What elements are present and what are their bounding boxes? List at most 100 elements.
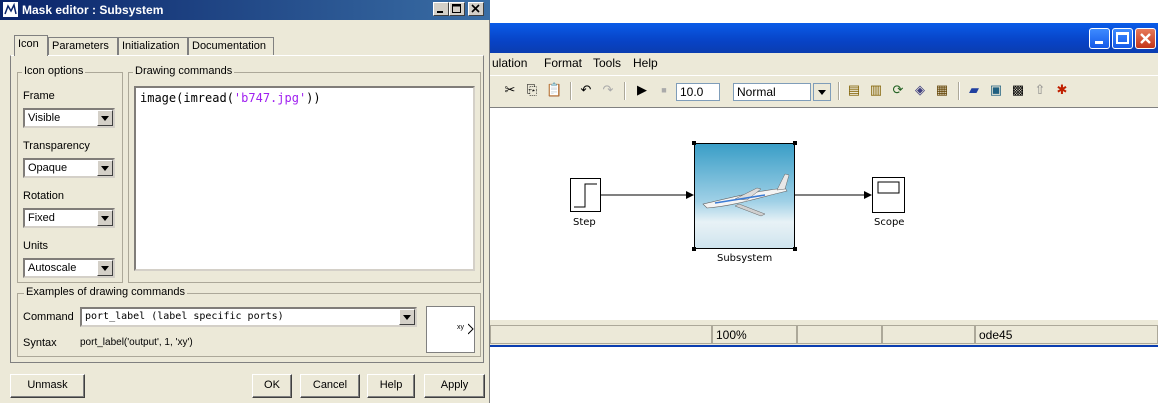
close-button[interactable]: [468, 2, 484, 16]
tab-documentation[interactable]: Documentation: [188, 37, 274, 55]
model-titlebar[interactable]: [490, 23, 1158, 53]
update-diagram-icon[interactable]: ⟳: [890, 82, 906, 98]
menu-format[interactable]: Format: [544, 56, 582, 70]
chevron-down-icon[interactable]: [97, 160, 113, 176]
transparency-value: Opaque: [28, 162, 68, 174]
icon-options-title: Icon options: [22, 65, 86, 77]
port-arrow-icon: [468, 323, 474, 335]
status-cell: [882, 325, 975, 344]
redo-icon[interactable]: ↷: [600, 82, 616, 98]
close-button[interactable]: [1135, 28, 1156, 49]
mask-editor-dialog: Mask editor : Subsystem Icon Parameters …: [0, 0, 490, 403]
copy-icon[interactable]: ⎘: [524, 82, 540, 98]
maximize-icon: [1116, 32, 1129, 44]
minimize-button[interactable]: [433, 2, 449, 16]
debug-icon[interactable]: ✱: [1054, 82, 1070, 98]
simulation-mode-select[interactable]: Normal: [733, 83, 811, 101]
drawing-commands-title: Drawing commands: [133, 65, 235, 77]
minimize-icon: [437, 11, 443, 13]
icon-preview: xy: [426, 306, 475, 353]
stop-time-input[interactable]: 10.0: [676, 83, 720, 101]
debugger-icon[interactable]: ▩: [1010, 82, 1026, 98]
dialog-titlebar[interactable]: Mask editor : Subsystem: [0, 0, 490, 20]
build-icon[interactable]: ▤: [846, 82, 862, 98]
solver-status: ode45: [975, 325, 1158, 344]
chevron-down-icon[interactable]: [97, 210, 113, 226]
frame-value: Visible: [28, 112, 61, 124]
toolbar: ✂ ⎘ 📋 ↶ ↷ ▶ ■ 10.0 Normal ▤ ▥ ⟳ ◈ ▦ ▰ ▣ …: [490, 75, 1158, 106]
simulink-logo-icon: [3, 2, 18, 17]
rotation-value: Fixed: [28, 212, 55, 224]
examples-title: Examples of drawing commands: [24, 286, 187, 298]
paste-icon[interactable]: 📋: [546, 82, 562, 98]
start-simulation-icon[interactable]: ▶: [634, 82, 650, 98]
ok-button[interactable]: OK: [252, 374, 292, 398]
chevron-down-icon[interactable]: [97, 260, 113, 276]
command-value: port_label (label specific ports): [85, 311, 284, 322]
undo-icon[interactable]: ↶: [578, 82, 594, 98]
tab-initialization[interactable]: Initialization: [118, 37, 188, 55]
units-label: Units: [23, 240, 49, 252]
drawing-commands-editor[interactable]: image(imread('b747.jpg')): [134, 86, 475, 271]
frame-select[interactable]: Visible: [23, 108, 115, 128]
apply-button[interactable]: Apply: [424, 374, 485, 398]
transparency-select[interactable]: Opaque: [23, 158, 115, 178]
code-string: 'b747.jpg': [233, 91, 307, 105]
close-icon: [1140, 33, 1151, 44]
window-border: [490, 345, 1158, 347]
chevron-down-icon[interactable]: [813, 83, 831, 101]
incremental-build-icon[interactable]: ▥: [868, 82, 884, 98]
signal-lines: [601, 191, 872, 199]
library-browser-icon[interactable]: ▰: [966, 82, 982, 98]
menu-help[interactable]: Help: [633, 56, 658, 70]
rotation-label: Rotation: [23, 190, 64, 202]
stop-simulation-icon[interactable]: ■: [656, 82, 672, 98]
library-icon[interactable]: ▦: [934, 82, 950, 98]
menubar: ulation Format Tools Help: [490, 53, 1158, 73]
minimize-button[interactable]: [1089, 28, 1110, 49]
simulink-model-window: ulation Format Tools Help ✂ ⎘ 📋 ↶ ↷ ▶ ■ …: [490, 23, 1158, 347]
cancel-button[interactable]: Cancel: [300, 374, 360, 398]
frame-label: Frame: [23, 90, 55, 102]
go-to-parent-icon[interactable]: ⇧: [1032, 82, 1048, 98]
chevron-down-icon[interactable]: [399, 309, 415, 325]
command-label: Command: [23, 311, 74, 323]
command-select[interactable]: port_label (label specific ports): [80, 307, 417, 327]
toolbar-separator: [838, 82, 840, 100]
chevron-down-icon[interactable]: [97, 110, 113, 126]
maximize-button[interactable]: [1112, 28, 1133, 49]
menu-tools[interactable]: Tools: [593, 56, 621, 70]
tab-parameters[interactable]: Parameters: [48, 37, 118, 55]
cut-icon[interactable]: ✂: [502, 82, 518, 98]
unmask-button[interactable]: Unmask: [10, 374, 85, 398]
model-browser-icon[interactable]: ◈: [912, 82, 928, 98]
dialog-title: Mask editor : Subsystem: [22, 3, 164, 17]
code-text: image(imread(: [140, 91, 234, 105]
toolbar-separator: [570, 82, 572, 100]
units-value: Autoscale: [28, 262, 77, 274]
syntax-label: Syntax: [23, 337, 57, 349]
syntax-value: port_label('output', 1, 'xy'): [80, 337, 193, 348]
rotation-select[interactable]: Fixed: [23, 208, 115, 228]
status-bar: 100% ode45: [490, 325, 1158, 345]
status-message: [490, 325, 712, 344]
arrowhead-icon: [686, 191, 694, 199]
minimize-icon: [1095, 41, 1103, 44]
menu-simulation[interactable]: ulation: [492, 56, 527, 70]
transparency-label: Transparency: [23, 140, 90, 152]
arrowhead-icon: [864, 191, 872, 199]
tab-icon[interactable]: Icon: [14, 35, 48, 56]
toolbar-separator: [624, 82, 626, 100]
code-text: )): [306, 91, 321, 105]
maximize-icon: [452, 4, 461, 13]
units-select[interactable]: Autoscale: [23, 258, 115, 278]
toolbar-separator: [958, 82, 960, 100]
close-icon: [471, 4, 480, 13]
status-cell: [797, 325, 882, 344]
zoom-status: 100%: [712, 325, 797, 344]
help-button[interactable]: Help: [367, 374, 415, 398]
maximize-button[interactable]: [449, 2, 465, 16]
model-canvas[interactable]: Step Subsystem Scope: [490, 107, 1158, 320]
model-explorer-icon[interactable]: ▣: [988, 82, 1004, 98]
preview-port-label: xy: [457, 324, 464, 331]
